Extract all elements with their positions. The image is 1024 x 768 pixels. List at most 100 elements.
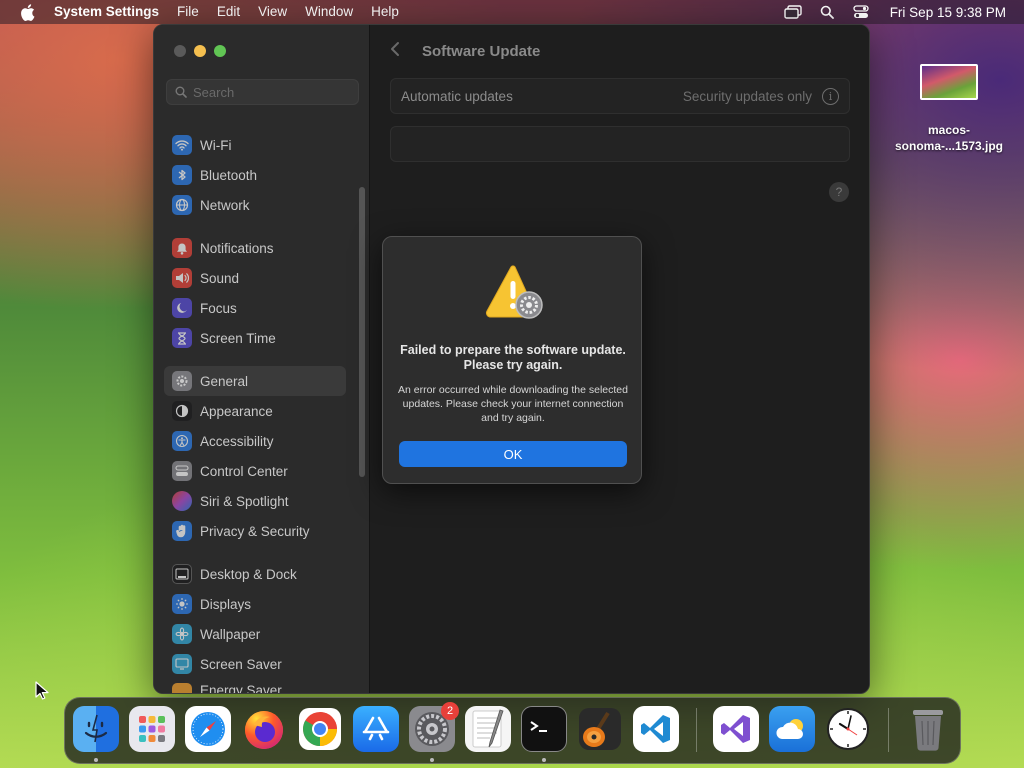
menu-file[interactable]: File <box>168 0 208 24</box>
sidebar-item-control-center[interactable]: Control Center <box>164 456 346 486</box>
speaker-icon <box>172 268 192 288</box>
siri-icon <box>172 491 192 511</box>
sidebar-item-screen-saver[interactable]: Screen Saver <box>164 649 346 679</box>
safari-icon[interactable] <box>185 706 231 752</box>
sidebar-item-label: Energy Saver <box>200 683 282 694</box>
running-indicator <box>94 758 98 762</box>
sidebar-item-wallpaper[interactable]: Wallpaper <box>164 619 346 649</box>
menu-bar-clock[interactable]: Fri Sep 15 9:38 PM <box>878 5 1024 20</box>
wifi-icon <box>172 135 192 155</box>
sidebar-item-label: General <box>200 373 249 389</box>
bell-icon <box>172 238 192 258</box>
window-controls <box>174 45 226 57</box>
app-store-icon[interactable] <box>353 706 399 752</box>
automatic-updates-label: Automatic updates <box>401 88 513 104</box>
sidebar-item-screen-time[interactable]: Screen Time <box>164 323 346 353</box>
sidebar-item-accessibility[interactable]: Accessibility <box>164 426 346 456</box>
trash-icon[interactable] <box>905 706 951 752</box>
bluetooth-icon <box>172 165 192 185</box>
vscode-icon[interactable] <box>633 706 679 752</box>
dock-separator <box>696 708 697 752</box>
zoom-window-button[interactable] <box>214 45 226 57</box>
search-input[interactable] <box>193 84 353 100</box>
close-window-button[interactable] <box>174 45 186 57</box>
clock-icon[interactable] <box>825 706 871 752</box>
search-icon <box>175 86 187 98</box>
sidebar-group-notifications: Notifications Sound Focus Screen Time <box>164 233 346 353</box>
sidebar: Wi-Fi Bluetooth Network <box>154 25 370 693</box>
control-center-icon <box>172 461 192 481</box>
gear-icon <box>172 371 192 391</box>
sidebar-group-display: Desktop & Dock Displays Wallpaper Screen… <box>164 559 346 694</box>
page-title: Software Update <box>422 43 541 60</box>
sidebar-item-network[interactable]: Network <box>164 190 346 220</box>
sidebar-item-notifications[interactable]: Notifications <box>164 233 346 263</box>
sidebar-item-wifi[interactable]: Wi-Fi <box>164 130 346 160</box>
sidebar-scrollbar[interactable] <box>359 187 365 477</box>
info-icon[interactable]: i <box>822 87 839 105</box>
sidebar-item-sound[interactable]: Sound <box>164 263 346 293</box>
sidebar-item-displays[interactable]: Displays <box>164 589 346 619</box>
sidebar-item-desktop-dock[interactable]: Desktop & Dock <box>164 559 346 589</box>
sidebar-list: Wi-Fi Bluetooth Network Notifications So… <box>164 130 346 694</box>
image-thumbnail-icon <box>920 64 978 100</box>
sidebar-item-label: Screen Saver <box>200 656 282 672</box>
sidebar-item-siri-spotlight[interactable]: Siri & Spotlight <box>164 486 346 516</box>
wallpaper-icon <box>172 624 192 644</box>
sidebar-item-general[interactable]: General <box>164 366 346 396</box>
globe-icon <box>172 195 192 215</box>
back-chevron-icon[interactable] <box>390 41 410 62</box>
sidebar-item-label: Notifications <box>200 240 274 256</box>
dock-separator <box>888 708 889 752</box>
menu-window[interactable]: Window <box>296 0 362 24</box>
alert-title: Failed to prepare the software update. P… <box>400 343 626 372</box>
moon-icon <box>172 298 192 318</box>
weather-icon[interactable] <box>769 706 815 752</box>
sidebar-item-label: Appearance <box>200 403 273 419</box>
firefox-icon[interactable] <box>241 706 287 752</box>
running-indicator <box>430 758 434 762</box>
launchpad-icon[interactable] <box>129 706 175 752</box>
menu-help[interactable]: Help <box>362 0 408 24</box>
sidebar-item-privacy-security[interactable]: Privacy & Security <box>164 516 346 546</box>
help-button[interactable]: ? <box>829 182 849 202</box>
visual-studio-icon[interactable] <box>713 706 759 752</box>
garageband-icon[interactable] <box>577 706 623 752</box>
sidebar-item-label: Privacy & Security <box>200 523 310 539</box>
sidebar-search[interactable] <box>166 79 359 105</box>
menu-bar: System Settings File Edit View Window He… <box>0 0 1024 24</box>
sidebar-item-label: Siri & Spotlight <box>200 493 289 509</box>
sidebar-item-bluetooth[interactable]: Bluetooth <box>164 160 346 190</box>
menu-view[interactable]: View <box>249 0 296 24</box>
desktop-file[interactable]: macos-sonoma-...1573.jpg <box>886 64 1012 154</box>
accessibility-icon <box>172 431 192 451</box>
content-header: Software Update <box>390 41 540 62</box>
chrome-icon[interactable] <box>297 706 343 752</box>
sidebar-item-focus[interactable]: Focus <box>164 293 346 323</box>
menu-edit[interactable]: Edit <box>208 0 249 24</box>
minimize-window-button[interactable] <box>194 45 206 57</box>
sidebar-item-label: Desktop & Dock <box>200 566 297 582</box>
hourglass-icon <box>172 328 192 348</box>
system-settings-icon[interactable]: 2 <box>409 702 459 752</box>
apple-menu-icon[interactable] <box>18 3 36 21</box>
sidebar-group-connectivity: Wi-Fi Bluetooth Network <box>164 130 346 220</box>
terminal-icon[interactable] <box>521 706 567 752</box>
spotlight-search-icon[interactable] <box>817 4 837 20</box>
sidebar-item-label: Network <box>200 197 250 213</box>
automatic-updates-row[interactable]: Automatic updates Security updates only … <box>390 78 850 114</box>
textedit-icon[interactable] <box>465 706 511 752</box>
sidebar-item-label: Control Center <box>200 463 288 479</box>
hand-icon <box>172 521 192 541</box>
screen-mirroring-icon[interactable] <box>783 4 803 20</box>
dock: 2 <box>64 697 961 764</box>
sidebar-item-energy-saver[interactable]: Energy Saver <box>164 679 346 694</box>
sidebar-item-appearance[interactable]: Appearance <box>164 396 346 426</box>
sidebar-item-label: Bluetooth <box>200 167 258 183</box>
sidebar-group-system: General Appearance Accessibility Control… <box>164 366 346 546</box>
ok-button[interactable]: OK <box>399 441 627 467</box>
control-center-icon[interactable] <box>851 4 871 20</box>
finder-icon[interactable] <box>73 706 119 752</box>
battery-icon <box>172 683 192 693</box>
menu-app-name[interactable]: System Settings <box>50 0 168 24</box>
